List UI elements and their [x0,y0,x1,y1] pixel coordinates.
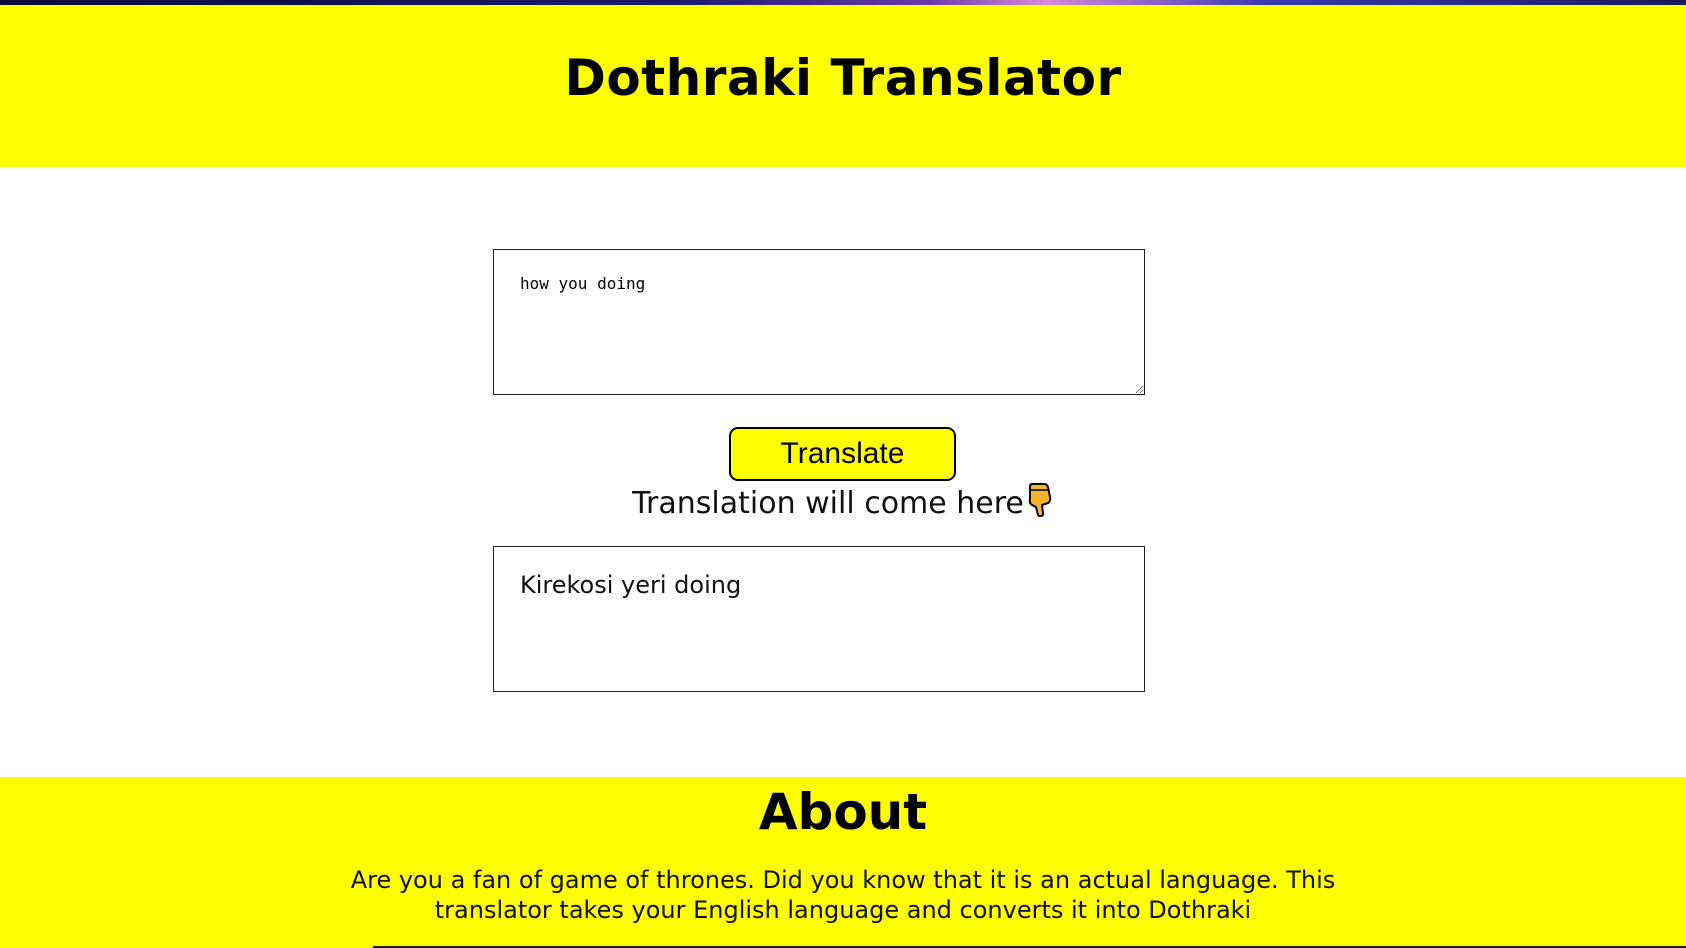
about-section: About Are you a fan of game of thrones. … [0,777,1686,948]
output-box: Kirekosi yeri doing [493,546,1145,692]
input-textarea[interactable]: how you doing [493,249,1145,395]
about-heading: About [758,783,928,841]
output-label-text: Translation will come here [632,486,1024,521]
output-label: Translation will come here [0,481,1686,525]
pointing-down-hand-icon [1026,481,1054,525]
about-body: Are you a fan of game of thrones. Did yo… [350,866,1336,924]
translate-button[interactable]: Translate [729,427,956,481]
page-title: Dothraki Translator [564,49,1122,107]
header-banner: Dothraki Translator [0,5,1686,167]
